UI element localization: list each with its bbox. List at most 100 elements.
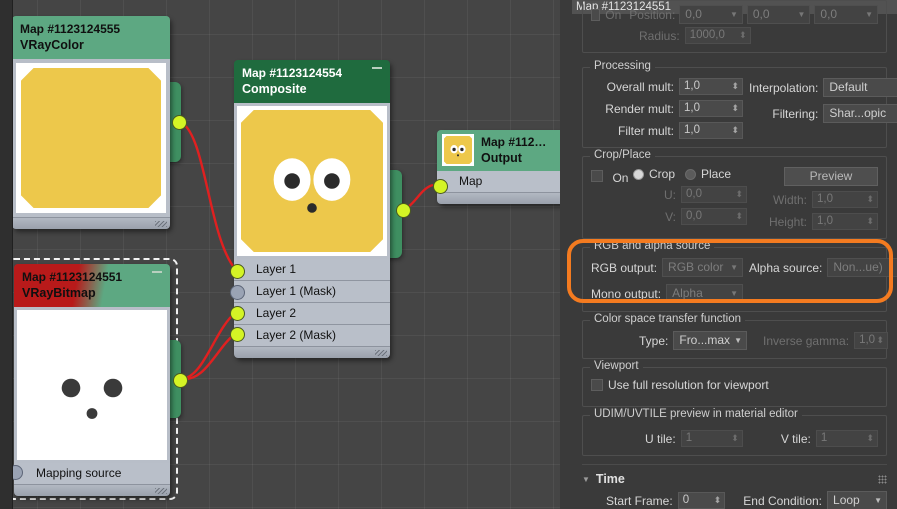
input-row-layer2-mask[interactable]: Layer 2 (Mask) <box>234 325 390 346</box>
overall-mult-label: Overall mult: <box>606 79 674 94</box>
vraybitmap-input-rows: Mapping source <box>14 463 170 484</box>
render-mult-label: Render mult: <box>605 101 674 116</box>
triangle-down-icon[interactable]: ▼ <box>582 475 590 484</box>
composite-type: Composite <box>242 82 307 96</box>
vraycolor-header[interactable]: Map #1123124555 VRayColor <box>12 16 170 59</box>
filtering-dropdown[interactable]: Shar...opic ▼ <box>823 104 897 123</box>
crop-v-field[interactable]: 0,0 ⬍ <box>681 208 747 225</box>
full-resolution-checkbox[interactable] <box>591 379 603 391</box>
crop-on-checkbox[interactable] <box>591 170 603 182</box>
crop-height-field[interactable]: 1,0 ⬍ <box>812 213 878 230</box>
interpolation-label: Interpolation: <box>749 80 819 95</box>
filtering-label: Filtering: <box>772 106 819 121</box>
u-tile-value: 1 <box>685 432 693 444</box>
stepper-icon[interactable]: ⬍ <box>731 102 739 115</box>
resize-grip-icon[interactable] <box>375 350 387 356</box>
color-space-type-dropdown[interactable]: Fro...max ▼ <box>673 331 748 350</box>
position-z-field[interactable]: 0,0 ▼ <box>814 5 878 24</box>
stepper-icon[interactable]: ⬍ <box>731 80 739 93</box>
crop-width-value: 1,0 <box>817 193 833 205</box>
render-mult-value: 1,0 <box>684 102 700 114</box>
stepper-icon[interactable]: ⬍ <box>735 210 743 223</box>
stepper-icon[interactable]: ⬍ <box>866 215 874 228</box>
stepper-icon[interactable]: ⬍ <box>877 334 885 347</box>
panel-divider[interactable] <box>0 0 13 509</box>
interpolation-dropdown[interactable]: Default ▼ <box>823 78 897 97</box>
alpha-source-dropdown[interactable]: Non...ue) ▼ <box>827 258 897 277</box>
composite-port-layer1-mask[interactable] <box>230 285 245 300</box>
render-mult-field[interactable]: 1,0 ⬍ <box>679 100 743 117</box>
rgb-output-label: RGB output: <box>591 260 658 275</box>
stepper-icon[interactable]: ⬍ <box>866 193 874 206</box>
resize-grip-icon[interactable] <box>155 488 167 494</box>
stepper-icon[interactable]: ⬍ <box>714 494 722 507</box>
stepper-icon[interactable]: ⬍ <box>866 432 874 445</box>
node-editor-canvas[interactable]: Map #1123124555 VRayColor Map #112312455… <box>0 0 560 509</box>
vraycolor-output-port[interactable] <box>172 115 187 130</box>
input-row-layer2[interactable]: Layer 2 <box>234 303 390 325</box>
output-thumbnail[interactable] <box>442 134 474 166</box>
grip-dots-icon[interactable] <box>878 474 887 484</box>
place-radio[interactable] <box>685 168 697 180</box>
rollout-time[interactable]: ▼ Time <box>582 464 887 487</box>
composite-header[interactable]: Map #1123124554 Composite <box>234 60 390 103</box>
vraybitmap-type: VRayBitmap <box>22 286 96 300</box>
inverse-gamma-field[interactable]: 1,0 ⬍ <box>854 332 889 349</box>
resize-grip-icon[interactable] <box>155 221 167 227</box>
stepper-icon[interactable]: ⬍ <box>739 29 747 42</box>
composite-port-layer2-mask[interactable] <box>230 327 245 342</box>
chevron-down-icon: ▼ <box>874 496 882 505</box>
vraybitmap-header[interactable]: Map #1123124551 VRayBitmap <box>14 264 170 307</box>
position-y-field[interactable]: 0,0 ▼ <box>746 5 811 24</box>
input-row-map[interactable]: Map <box>437 171 560 192</box>
radius-field[interactable]: 1000,0 ⬍ <box>684 27 751 44</box>
u-tile-field[interactable]: 1 ⬍ <box>680 430 743 447</box>
vraybitmap-output-port[interactable] <box>173 373 188 388</box>
panel-scroll-area[interactable]: On Position: 0,0 ▼ 0,0 ▼ 0,0 ▼ Radius: 1… <box>572 0 897 509</box>
rgb-output-dropdown[interactable]: RGB color ▼ <box>662 258 743 277</box>
composite-port-layer2[interactable] <box>230 306 245 321</box>
input-row-mapping-source[interactable]: Mapping source <box>14 463 170 484</box>
minimize-icon[interactable] <box>152 271 162 273</box>
filter-mult-field[interactable]: 1,0 ⬍ <box>679 122 743 139</box>
vraycolor-thumbnail[interactable] <box>16 63 166 213</box>
output-header[interactable]: Map #112… Output <box>437 130 560 171</box>
stepper-icon[interactable]: ⬍ <box>731 124 739 137</box>
output-port-map[interactable] <box>433 179 448 194</box>
mono-output-value: Alpha <box>672 286 703 300</box>
input-row-layer1-mask[interactable]: Layer 1 (Mask) <box>234 281 390 303</box>
viewport-legend: Viewport <box>590 360 643 372</box>
end-condition-dropdown[interactable]: Loop ▼ <box>827 491 887 509</box>
group-color-space: Color space transfer function Type: Fro.… <box>582 313 889 359</box>
crop-radio[interactable] <box>633 168 644 180</box>
crop-on-label: On <box>612 171 629 185</box>
group-rgb-alpha-source: RGB and alpha source RGB output: RGB col… <box>582 240 897 312</box>
v-tile-field[interactable]: 1 ⬍ <box>815 430 878 447</box>
preview-button[interactable]: Preview <box>784 167 878 186</box>
start-frame-field[interactable]: 0 ⬍ <box>677 492 726 509</box>
parameter-panel: Map #1123124551 On Position: 0,0 ▼ 0,0 ▼ <box>560 0 897 509</box>
overall-mult-field[interactable]: 1,0 ⬍ <box>679 78 743 95</box>
crop-width-field[interactable]: 1,0 ⬍ <box>812 191 878 208</box>
position-x-field[interactable]: 0,0 ▼ <box>679 5 743 24</box>
node-vraybitmap[interactable]: Map #1123124551 VRayBitmap Mapping sourc… <box>14 264 170 496</box>
composite-thumbnail[interactable] <box>237 106 387 256</box>
composite-port-layer1[interactable] <box>230 264 245 279</box>
node-output[interactable]: Map #112… Output Map <box>437 130 560 204</box>
composite-output-port[interactable] <box>396 203 411 218</box>
minimize-icon[interactable] <box>372 67 382 69</box>
crop-u-field[interactable]: 0,0 ⬍ <box>681 186 747 203</box>
interpolation-value: Default <box>829 80 868 94</box>
node-vraycolor[interactable]: Map #1123124555 VRayColor <box>12 16 170 229</box>
input-row-layer1[interactable]: Layer 1 <box>234 259 390 281</box>
node-composite[interactable]: Map #1123124554 Composite Layer 1 Layer … <box>234 60 390 358</box>
color-space-type-label: Type: <box>639 333 669 348</box>
vraycolor-title: Map #1123124555 <box>20 22 121 36</box>
chevron-down-icon: ▼ <box>865 10 873 19</box>
vraycolor-body <box>12 59 170 217</box>
on-checkbox[interactable] <box>591 8 601 21</box>
vraybitmap-thumbnail[interactable] <box>17 310 167 460</box>
stepper-icon[interactable]: ⬍ <box>735 188 743 201</box>
stepper-icon[interactable]: ⬍ <box>731 432 739 445</box>
mono-output-dropdown[interactable]: Alpha ▼ <box>666 284 743 303</box>
